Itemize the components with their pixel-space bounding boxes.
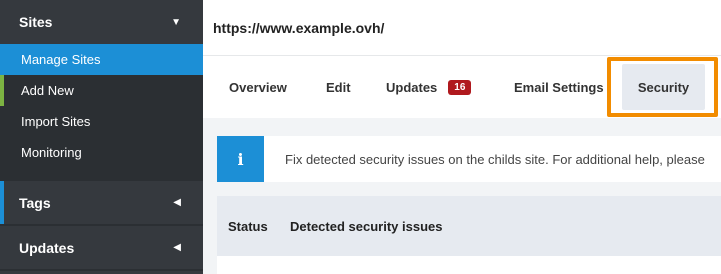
updates-count-badge: 16: [448, 79, 472, 95]
sidebar-divider: [0, 269, 203, 274]
tab-overview[interactable]: Overview: [229, 57, 287, 117]
caret-left-icon: ◀: [173, 197, 181, 208]
table-header: Status Detected security issues: [217, 196, 721, 256]
sidebar: Sites ▼ Manage Sites Add New Import Site…: [0, 0, 203, 274]
sidebar-section-label: Sites: [19, 14, 53, 30]
tab-security[interactable]: Security: [622, 64, 705, 110]
column-header-status[interactable]: Status: [217, 219, 290, 234]
tab-label: Security: [637, 79, 690, 95]
tab-updates[interactable]: Updates 16: [386, 57, 472, 117]
site-url: https://www.example.ovh/: [203, 0, 721, 56]
info-icon: i: [217, 136, 264, 182]
sidebar-item-monitoring[interactable]: Monitoring: [0, 137, 203, 168]
sidebar-section-sites[interactable]: Sites ▼: [0, 0, 203, 44]
notice-text: Fix detected security issues on the chil…: [285, 151, 705, 167]
tab-bar: Overview Edit Updates 16 Email Settings …: [203, 57, 721, 117]
tab-label: Updates: [386, 79, 438, 95]
content-area: i Fix detected security issues on the ch…: [203, 118, 721, 274]
tab-label: Email Settings: [514, 79, 604, 95]
sidebar-item-add-new[interactable]: Add New: [0, 75, 203, 106]
main-panel: https://www.example.ovh/ Overview Edit U…: [203, 0, 721, 274]
info-notice: i Fix detected security issues on the ch…: [217, 136, 721, 182]
caret-down-icon: ▼: [171, 16, 181, 28]
sidebar-section-label: Updates: [19, 239, 75, 256]
caret-left-icon: ◀: [173, 242, 181, 253]
sidebar-section-tags[interactable]: Tags ◀: [0, 181, 203, 224]
sidebar-item-manage-sites[interactable]: Manage Sites: [0, 44, 203, 75]
tab-label: Edit: [326, 79, 351, 95]
sidebar-section-label: Tags: [19, 194, 51, 211]
tab-label: Overview: [229, 79, 287, 95]
table-body: [217, 256, 721, 274]
tab-email-settings[interactable]: Email Settings: [514, 57, 604, 117]
sidebar-item-import-sites[interactable]: Import Sites: [0, 106, 203, 137]
column-header-detected-issues[interactable]: Detected security issues: [290, 219, 442, 234]
tab-edit[interactable]: Edit: [326, 57, 351, 117]
sidebar-section-updates[interactable]: Updates ◀: [0, 226, 203, 269]
